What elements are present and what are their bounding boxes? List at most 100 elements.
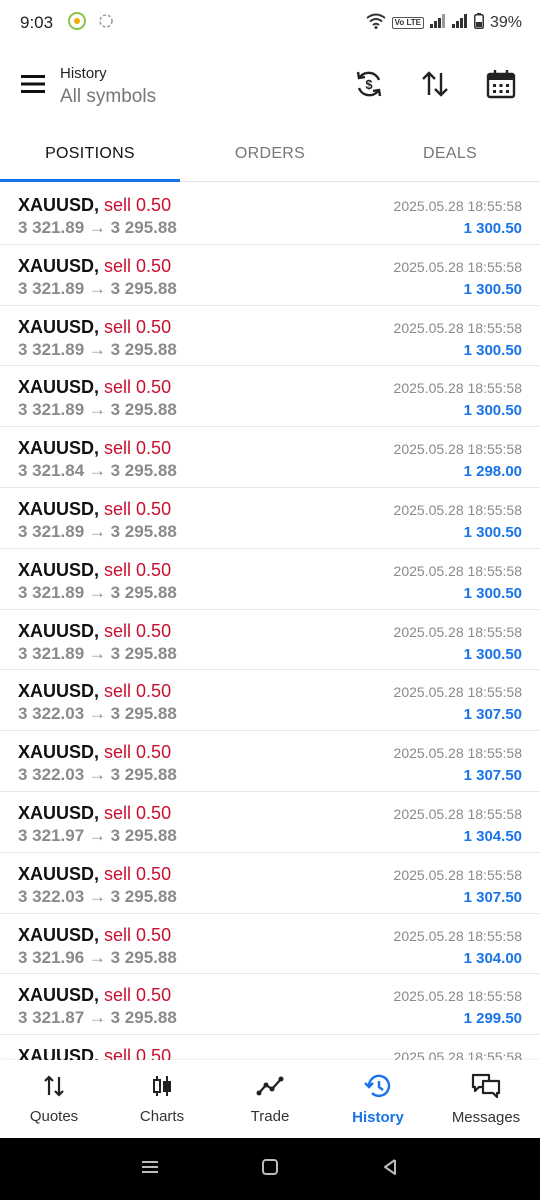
nav-messages[interactable]: Messages <box>432 1060 540 1138</box>
position-prices: 3 322.03 → 3 295.88 <box>18 765 177 785</box>
candlestick-icon <box>150 1074 174 1102</box>
position-profit: 1 300.50 <box>463 523 522 541</box>
position-symbol-line: XAUUSD, sell 0.50 <box>18 1046 171 1060</box>
position-prices: 3 321.89 → 3 295.88 <box>18 521 177 541</box>
position-prices: 3 322.03 → 3 295.88 <box>18 886 177 906</box>
position-side-volume: sell 0.50 <box>104 559 172 580</box>
messages-icon <box>471 1073 501 1103</box>
position-side-volume: sell 0.50 <box>104 377 172 398</box>
nav-charts-label: Charts <box>139 1107 185 1125</box>
position-prices: 3 321.89 → 3 295.88 <box>18 278 177 298</box>
position-row[interactable]: XAUUSD, sell 0.50 3 322.03 → 3 295.88 2025… <box>0 853 540 914</box>
position-prices: 3 321.84 → 3 295.88 <box>18 461 177 481</box>
system-nav-bar <box>0 1138 540 1200</box>
position-row[interactable]: XAUUSD, sell 0.50 3 322.03 → 3 295.88 2025… <box>0 670 540 732</box>
position-prices: 3 321.89 → 3 295.88 <box>18 400 177 420</box>
nav-quotes-label: Quotes <box>29 1107 79 1125</box>
home-button[interactable] <box>261 1158 279 1181</box>
menu-button[interactable] <box>8 56 60 116</box>
position-symbol: XAUUSD, <box>18 681 100 702</box>
position-profit: 1 300.50 <box>463 584 522 602</box>
position-row[interactable]: XAUUSD, sell 0.50 3 321.89 → 3 295.88 2025… <box>0 245 540 306</box>
position-symbol-line: XAUUSD, sell 0.50 <box>18 499 171 520</box>
position-close-time: 2025.05.28 18:55:58 <box>393 988 522 1005</box>
position-row[interactable]: XAUUSD, sell 0.50 3 321.89 → 3 295.88 2025… <box>0 610 540 671</box>
position-close-time: 2025.05.28 18:55:58 <box>393 623 522 640</box>
position-symbol: XAUUSD, <box>18 377 100 398</box>
currency-exchange-button[interactable]: $ <box>346 63 392 109</box>
position-row[interactable]: XAUUSD, sell 0.50 3 321.97 → 3 295.88 2025… <box>0 792 540 853</box>
position-row[interactable]: XAUUSD, sell 0.50 3 321.89 → 3 295.88 2025… <box>0 306 540 367</box>
position-symbol-line: XAUUSD, sell 0.50 <box>18 317 171 338</box>
position-symbol: XAUUSD, <box>18 924 100 945</box>
signal-icon-2 <box>451 13 468 33</box>
calendar-button[interactable] <box>478 63 524 109</box>
nav-trade[interactable]: Trade <box>216 1060 324 1138</box>
tab-deals[interactable]: DEALS <box>360 126 540 181</box>
position-symbol: XAUUSD, <box>18 498 100 519</box>
position-symbol-line: XAUUSD, sell 0.50 <box>18 985 171 1006</box>
back-button[interactable] <box>381 1158 399 1181</box>
position-prices: 3 321.89 → 3 295.88 <box>18 218 177 237</box>
position-side-volume: sell 0.50 <box>104 255 172 276</box>
position-close-time: 2025.05.28 18:55:58 <box>393 258 522 275</box>
nav-history[interactable]: History <box>324 1060 432 1138</box>
tab-positions[interactable]: POSITIONS <box>0 126 180 182</box>
position-profit: 1 307.50 <box>463 706 522 724</box>
status-bar: 9:03 Vo LTE 39% <box>0 0 540 46</box>
position-prices: 3 321.89 → 3 295.88 <box>18 339 177 359</box>
header-titles[interactable]: History All symbols <box>60 65 156 108</box>
tab-orders[interactable]: ORDERS <box>180 126 360 181</box>
position-side-volume: sell 0.50 <box>104 316 172 337</box>
history-clock-icon <box>364 1073 392 1103</box>
position-row[interactable]: XAUUSD, sell 0.50 3 321.89 → 3 295.88 2025… <box>0 488 540 549</box>
position-row[interactable]: XAUUSD, sell 0.50 3 322.03 → 3 295.88 2025… <box>0 731 540 792</box>
position-row[interactable]: XAUUSD, sell 0.50 3 321.89 → 3 295.88 2025… <box>0 184 540 245</box>
position-close-time: 2025.05.28 18:55:58 <box>393 501 522 518</box>
svg-text:$: $ <box>365 77 373 92</box>
position-close-time: 2025.05.28 18:55:58 <box>393 684 522 701</box>
sort-button[interactable] <box>412 63 458 109</box>
sort-icon <box>420 70 450 103</box>
position-side-volume: sell 0.50 <box>104 620 172 641</box>
position-symbol: XAUUSD, <box>18 195 100 215</box>
position-side-volume: sell 0.50 <box>104 681 172 702</box>
position-symbol-line: XAUUSD, sell 0.50 <box>18 742 171 763</box>
position-prices: 3 322.03 → 3 295.88 <box>18 704 177 724</box>
position-profit: 1 298.00 <box>463 463 522 481</box>
position-row[interactable]: XAUUSD, sell 0.50 3 321.87 → 3 295.88 2025… <box>0 974 540 1036</box>
position-side-volume: sell 0.50 <box>104 1046 172 1060</box>
position-row[interactable]: XAUUSD, sell 0.50 2025.05.28 18:55:58 <box>0 1035 540 1060</box>
recent-apps-button[interactable] <box>141 1159 159 1180</box>
symbol-filter[interactable]: All symbols <box>60 86 156 108</box>
position-symbol: XAUUSD, <box>18 742 100 763</box>
positions-list[interactable]: XAUUSD, sell 0.50 3 321.89 → 3 295.88 2025… <box>0 184 540 1060</box>
position-symbol-line: XAUUSD, sell 0.50 <box>18 621 171 642</box>
position-side-volume: sell 0.50 <box>104 924 172 945</box>
position-symbol: XAUUSD, <box>18 985 100 1006</box>
position-row[interactable]: XAUUSD, sell 0.50 3 321.84 → 3 295.88 2025… <box>0 427 540 488</box>
page-title: History <box>60 64 107 82</box>
position-row[interactable]: XAUUSD, sell 0.50 3 321.96 → 3 295.88 2025… <box>0 914 540 975</box>
position-profit: 1 300.50 <box>463 402 522 420</box>
position-close-time: 2025.05.28 18:55:58 <box>393 319 522 336</box>
nav-charts[interactable]: Charts <box>108 1060 216 1138</box>
position-close-time: 2025.05.28 18:55:58 <box>393 441 522 458</box>
position-side-volume: sell 0.50 <box>104 438 172 459</box>
position-close-time: 2025.05.28 18:55:58 <box>393 866 522 883</box>
position-close-time: 2025.05.28 18:55:58 <box>393 198 522 214</box>
position-close-time: 2025.05.28 18:55:58 <box>393 927 522 944</box>
position-symbol: XAUUSD, <box>18 620 100 641</box>
position-profit: 1 300.50 <box>463 280 522 298</box>
nav-history-label: History <box>352 1108 404 1126</box>
position-row[interactable]: XAUUSD, sell 0.50 3 321.89 → 3 295.88 2025… <box>0 549 540 610</box>
position-symbol-line: XAUUSD, sell 0.50 <box>18 377 171 398</box>
position-prices: 3 321.87 → 3 295.88 <box>18 1008 177 1028</box>
position-profit: 1 307.50 <box>463 767 522 785</box>
nav-quotes[interactable]: Quotes <box>0 1060 108 1138</box>
position-symbol: XAUUSD, <box>18 1046 100 1060</box>
position-symbol: XAUUSD, <box>18 863 100 884</box>
bottom-nav: Quotes Charts Trade History Messages <box>0 1060 540 1138</box>
position-row[interactable]: XAUUSD, sell 0.50 3 321.89 → 3 295.88 2025… <box>0 366 540 428</box>
position-symbol-line: XAUUSD, sell 0.50 <box>18 256 171 277</box>
